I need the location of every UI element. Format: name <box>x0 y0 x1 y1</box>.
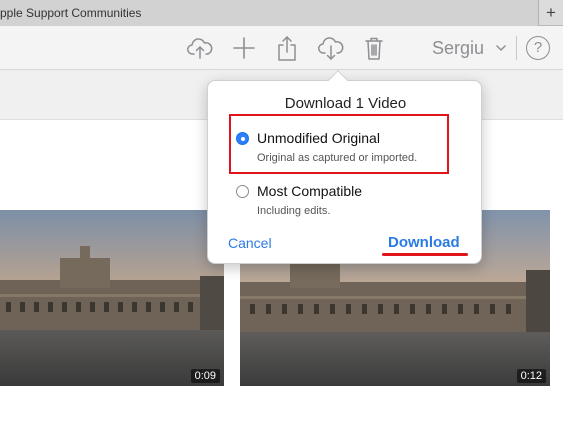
chevron-down-icon[interactable] <box>494 41 508 55</box>
video-duration: 0:12 <box>516 369 546 383</box>
option-description: Including edits. <box>257 205 331 217</box>
popover-title: Download 1 Video <box>284 95 407 112</box>
annotation-underline <box>382 253 468 256</box>
radio-unselected-icon[interactable] <box>236 185 249 198</box>
browser-tab[interactable]: pple Support Communities <box>0 0 539 26</box>
user-menu[interactable]: Sergiu <box>432 38 484 59</box>
download-popover: Download 1 Video Unmodified Original Ori… <box>207 70 482 264</box>
tab-title: pple Support Communities <box>0 6 142 20</box>
download-button[interactable]: Download <box>388 234 460 251</box>
download-cloud-icon[interactable] <box>317 34 345 62</box>
plus-icon[interactable] <box>230 34 258 62</box>
upload-cloud-icon[interactable] <box>186 34 214 62</box>
video-thumbnail[interactable]: 0:09 <box>0 210 224 386</box>
option-description: Original as captured or imported. <box>257 152 418 164</box>
video-duration: 0:09 <box>190 369 220 383</box>
cancel-button[interactable]: Cancel <box>228 235 272 251</box>
option-label: Unmodified Original <box>257 130 380 146</box>
help-button[interactable]: ? <box>526 36 550 60</box>
radio-selected-icon[interactable] <box>236 132 249 145</box>
toolbar-divider <box>516 36 517 60</box>
option-label: Most Compatible <box>257 183 363 199</box>
photos-toolbar: Sergiu ? <box>0 26 563 70</box>
trash-icon[interactable] <box>360 34 388 62</box>
thumbnail-image <box>0 210 224 386</box>
browser-tab-strip: pple Support Communities + <box>0 0 563 26</box>
new-tab-button[interactable]: + <box>541 3 561 23</box>
share-icon[interactable] <box>273 34 301 62</box>
